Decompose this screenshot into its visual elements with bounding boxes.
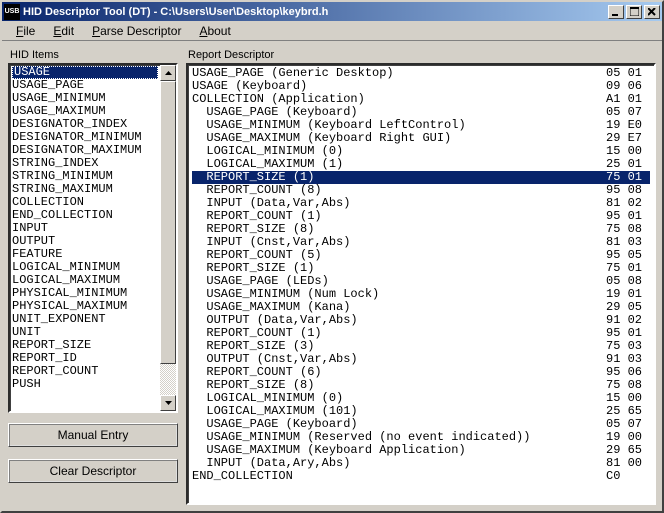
report-row-text: USAGE_MAXIMUM (Keyboard Application) (192, 444, 606, 457)
menu-edit[interactable]: Edit (45, 23, 82, 39)
right-column: Report Descriptor USAGE_PAGE (Generic De… (186, 45, 656, 505)
titlebar: USB HID Descriptor Tool (DT) - C:\Users\… (2, 2, 662, 21)
report-row-text: USAGE_MAXIMUM (Kana) (192, 301, 606, 314)
report-row-text: REPORT_COUNT (6) (192, 366, 606, 379)
report-row[interactable]: USAGE_MINIMUM (Reserved (no event indica… (192, 431, 650, 444)
clear-descriptor-button[interactable]: Clear Descriptor (8, 459, 178, 483)
report-row[interactable]: USAGE_PAGE (Keyboard)05 07 (192, 418, 650, 431)
report-row-text: REPORT_COUNT (1) (192, 327, 606, 340)
report-row[interactable]: REPORT_SIZE (3)75 03 (192, 340, 650, 353)
report-row[interactable]: USAGE_MINIMUM (Num Lock)19 01 (192, 288, 650, 301)
report-row[interactable]: REPORT_SIZE (1)75 01 (192, 262, 650, 275)
scroll-down-button[interactable] (160, 395, 176, 411)
report-row-text: REPORT_SIZE (3) (192, 340, 606, 353)
report-row-hex: C0 (606, 470, 650, 483)
report-row-text: REPORT_SIZE (8) (192, 223, 606, 236)
menubar: File Edit Parse Descriptor About (2, 21, 662, 41)
report-row-text: OUTPUT (Cnst,Var,Abs) (192, 353, 606, 366)
chevron-down-icon (165, 401, 172, 405)
report-descriptor-listbox[interactable]: USAGE_PAGE (Generic Desktop)05 01USAGE (… (186, 63, 656, 505)
hid-items-scrollbar[interactable] (160, 65, 176, 411)
report-row[interactable]: REPORT_COUNT (1)95 01 (192, 210, 650, 223)
report-row[interactable]: LOGICAL_MAXIMUM (1)25 01 (192, 158, 650, 171)
close-button[interactable] (644, 5, 660, 19)
hid-items-label: HID Items (10, 49, 178, 61)
manual-entry-button[interactable]: Manual Entry (8, 423, 178, 447)
report-row-text: USAGE_PAGE (LEDs) (192, 275, 606, 288)
report-row[interactable]: REPORT_SIZE (8)75 08 (192, 379, 650, 392)
report-row-text: USAGE (Keyboard) (192, 80, 606, 93)
chevron-up-icon (165, 71, 172, 75)
close-icon (648, 8, 656, 16)
report-row-text: OUTPUT (Data,Var,Abs) (192, 314, 606, 327)
report-row[interactable]: INPUT (Data,Var,Abs)81 02 (192, 197, 650, 210)
report-row[interactable]: USAGE_PAGE (Generic Desktop)05 01 (192, 67, 650, 80)
report-row-text: LOGICAL_MAXIMUM (1) (192, 158, 606, 171)
menu-about[interactable]: About (191, 23, 238, 39)
report-row-text: USAGE_MINIMUM (Keyboard LeftControl) (192, 119, 606, 132)
scroll-thumb[interactable] (160, 81, 176, 364)
report-row[interactable]: REPORT_COUNT (8)95 08 (192, 184, 650, 197)
report-row[interactable]: REPORT_SIZE (8)75 08 (192, 223, 650, 236)
report-row-text: LOGICAL_MINIMUM (0) (192, 392, 606, 405)
report-row[interactable]: INPUT (Data,Ary,Abs)81 00 (192, 457, 650, 470)
report-row-text: REPORT_SIZE (8) (192, 379, 606, 392)
app-icon: USB (4, 4, 20, 20)
report-row[interactable]: OUTPUT (Data,Var,Abs)91 02 (192, 314, 650, 327)
report-row-text: REPORT_SIZE (1) (192, 171, 606, 184)
report-row-text: REPORT_COUNT (5) (192, 249, 606, 262)
report-row-text: USAGE_PAGE (Keyboard) (192, 418, 606, 431)
window-title: HID Descriptor Tool (DT) - C:\Users\User… (23, 6, 608, 18)
hid-items-list[interactable]: USAGEUSAGE_PAGEUSAGE_MINIMUMUSAGE_MAXIMU… (10, 65, 160, 411)
report-row-text: END_COLLECTION (192, 470, 606, 483)
report-row[interactable]: REPORT_COUNT (1)95 01 (192, 327, 650, 340)
minimize-icon (612, 8, 620, 16)
report-row-text: USAGE_MAXIMUM (Keyboard Right GUI) (192, 132, 606, 145)
report-row[interactable]: REPORT_COUNT (5)95 05 (192, 249, 650, 262)
minimize-button[interactable] (608, 5, 624, 19)
menu-file[interactable]: File (8, 23, 43, 39)
scroll-track[interactable] (160, 81, 176, 395)
report-row[interactable]: USAGE_MAXIMUM (Keyboard Right GUI)29 E7 (192, 132, 650, 145)
report-row-text: REPORT_COUNT (8) (192, 184, 606, 197)
report-row[interactable]: REPORT_SIZE (1)75 01 (192, 171, 650, 184)
report-row-text: INPUT (Cnst,Var,Abs) (192, 236, 606, 249)
report-row-text: REPORT_COUNT (1) (192, 210, 606, 223)
report-row[interactable]: USAGE_MINIMUM (Keyboard LeftControl)19 E… (192, 119, 650, 132)
report-row[interactable]: END_COLLECTIONC0 (192, 470, 650, 483)
report-row[interactable]: LOGICAL_MAXIMUM (101)25 65 (192, 405, 650, 418)
report-row-text: USAGE_PAGE (Keyboard) (192, 106, 606, 119)
report-row-text: INPUT (Data,Ary,Abs) (192, 457, 606, 470)
report-row-text: USAGE_MINIMUM (Num Lock) (192, 288, 606, 301)
maximize-icon (630, 7, 639, 16)
report-row[interactable]: USAGE (Keyboard)09 06 (192, 80, 650, 93)
report-row[interactable]: USAGE_MAXIMUM (Keyboard Application)29 6… (192, 444, 650, 457)
report-row-text: REPORT_SIZE (1) (192, 262, 606, 275)
report-row[interactable]: LOGICAL_MINIMUM (0)15 00 (192, 392, 650, 405)
report-row[interactable]: COLLECTION (Application)A1 01 (192, 93, 650, 106)
left-column: HID Items USAGEUSAGE_PAGEUSAGE_MINIMUMUS… (8, 45, 178, 505)
report-row-text: LOGICAL_MAXIMUM (101) (192, 405, 606, 418)
report-row-text: INPUT (Data,Var,Abs) (192, 197, 606, 210)
app-window: USB HID Descriptor Tool (DT) - C:\Users\… (0, 0, 664, 513)
report-row[interactable]: REPORT_COUNT (6)95 06 (192, 366, 650, 379)
report-row-text: USAGE_MINIMUM (Reserved (no event indica… (192, 431, 606, 444)
report-row[interactable]: INPUT (Cnst,Var,Abs)81 03 (192, 236, 650, 249)
menu-parse-descriptor[interactable]: Parse Descriptor (84, 23, 189, 39)
maximize-button[interactable] (626, 5, 642, 19)
report-row-text: USAGE_PAGE (Generic Desktop) (192, 67, 606, 80)
body: HID Items USAGEUSAGE_PAGEUSAGE_MINIMUMUS… (2, 41, 662, 511)
report-row[interactable]: USAGE_PAGE (Keyboard)05 07 (192, 106, 650, 119)
report-descriptor-label: Report Descriptor (188, 49, 656, 61)
hid-items-listbox[interactable]: USAGEUSAGE_PAGEUSAGE_MINIMUMUSAGE_MAXIMU… (8, 63, 178, 413)
report-row[interactable]: USAGE_MAXIMUM (Kana)29 05 (192, 301, 650, 314)
report-row[interactable]: USAGE_PAGE (LEDs)05 08 (192, 275, 650, 288)
report-row-text: COLLECTION (Application) (192, 93, 606, 106)
report-row[interactable]: LOGICAL_MINIMUM (0)15 00 (192, 145, 650, 158)
list-item[interactable]: PUSH (12, 378, 158, 391)
report-row-text: LOGICAL_MINIMUM (0) (192, 145, 606, 158)
scroll-up-button[interactable] (160, 65, 176, 81)
report-row[interactable]: OUTPUT (Cnst,Var,Abs)91 03 (192, 353, 650, 366)
